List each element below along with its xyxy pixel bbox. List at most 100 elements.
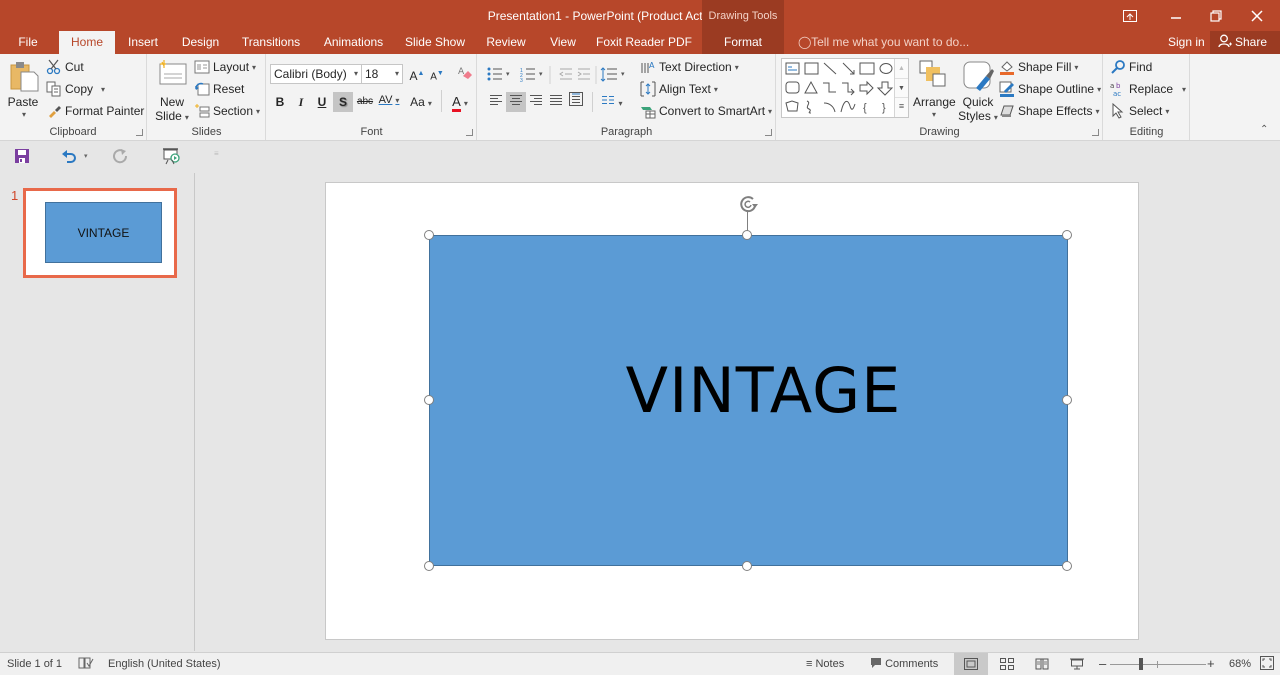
resize-handle-right[interactable] bbox=[1062, 395, 1072, 405]
zoom-in-button[interactable]: + bbox=[1207, 653, 1215, 675]
notes-button[interactable]: ≡ Notes bbox=[806, 653, 844, 675]
tab-foxit-reader-pdf[interactable]: Foxit Reader PDF bbox=[592, 31, 696, 54]
shape-fill-button[interactable]: Shape Fill ▾ bbox=[999, 57, 1078, 77]
align-center-button[interactable] bbox=[506, 92, 526, 112]
save-button[interactable] bbox=[13, 147, 33, 167]
start-slideshow-button[interactable] bbox=[162, 147, 182, 167]
align-right-button[interactable] bbox=[526, 92, 546, 112]
tab-home[interactable]: Home bbox=[59, 31, 115, 54]
bold-button[interactable]: B bbox=[270, 92, 290, 112]
align-left-button[interactable] bbox=[486, 92, 506, 112]
grow-font-button[interactable]: A▲ bbox=[407, 64, 427, 84]
replace-button[interactable]: a b ac Replace ▾ bbox=[1110, 79, 1186, 99]
sign-in-link[interactable]: Sign in bbox=[1168, 31, 1205, 53]
zoom-out-button[interactable]: – bbox=[1099, 653, 1106, 675]
tab-animations[interactable]: Animations bbox=[316, 31, 391, 54]
rotate-handle-icon[interactable] bbox=[738, 193, 760, 215]
clear-formatting-button[interactable]: A bbox=[455, 64, 475, 84]
zoom-slider-thumb[interactable] bbox=[1138, 658, 1143, 670]
slide-canvas[interactable]: VINTAGE bbox=[325, 182, 1139, 640]
tab-slide-show[interactable]: Slide Show bbox=[400, 31, 470, 54]
justify-button[interactable] bbox=[546, 92, 566, 112]
distributed-button[interactable] bbox=[566, 92, 586, 112]
gallery-scroll-up-icon[interactable]: ▲ bbox=[895, 59, 908, 78]
language-indicator[interactable]: English (United States) bbox=[108, 653, 221, 675]
shape-text[interactable]: VINTAGE bbox=[430, 354, 1067, 427]
tab-design[interactable]: Design bbox=[173, 31, 228, 54]
cut-button[interactable]: Cut bbox=[46, 57, 84, 77]
change-case-button[interactable]: Aa ▾ bbox=[407, 92, 435, 112]
font-size-combo[interactable]: 18 ▾ bbox=[361, 64, 403, 84]
slide-thumbnail[interactable]: VINTAGE bbox=[23, 188, 177, 278]
resize-handle-top-right[interactable] bbox=[1062, 230, 1072, 240]
close-button[interactable] bbox=[1234, 0, 1280, 31]
underline-button[interactable]: U bbox=[312, 92, 332, 112]
layout-button[interactable]: Layout ▾ bbox=[194, 57, 256, 77]
arrange-button[interactable]: Arrange ▾ bbox=[913, 58, 956, 122]
slide-sorter-view-button[interactable] bbox=[990, 653, 1024, 675]
customize-qat-icon[interactable]: ≡ bbox=[214, 149, 219, 158]
gallery-more-icon[interactable]: ≡ bbox=[895, 97, 908, 116]
italic-button[interactable]: I bbox=[291, 92, 311, 112]
text-shadow-button[interactable]: S bbox=[333, 92, 353, 112]
reading-view-button[interactable] bbox=[1025, 653, 1059, 675]
redo-button[interactable] bbox=[111, 147, 131, 167]
undo-button[interactable]: ▾ bbox=[60, 147, 94, 167]
quick-styles-button[interactable]: Quick Styles ▾ bbox=[957, 58, 999, 123]
tab-format[interactable]: Format bbox=[702, 31, 784, 54]
tab-file[interactable]: File bbox=[8, 31, 48, 54]
resize-handle-bottom-right[interactable] bbox=[1062, 561, 1072, 571]
resize-handle-left[interactable] bbox=[424, 395, 434, 405]
resize-handle-top[interactable] bbox=[742, 230, 752, 240]
drawing-dialog-launcher[interactable] bbox=[1092, 129, 1099, 136]
slide-show-view-button[interactable] bbox=[1060, 653, 1094, 675]
columns-button[interactable]: ▾ bbox=[598, 92, 626, 112]
copy-dropdown-caret[interactable]: ▾ bbox=[101, 85, 105, 94]
format-painter-button[interactable]: Format Painter bbox=[46, 101, 144, 121]
resize-handle-top-left[interactable] bbox=[424, 230, 434, 240]
zoom-slider-track[interactable] bbox=[1110, 664, 1206, 665]
reset-button[interactable]: Reset bbox=[194, 79, 244, 99]
shrink-font-button[interactable]: A▼ bbox=[427, 64, 447, 84]
gallery-scroll[interactable]: ▲ ▼ ≡ bbox=[894, 59, 908, 117]
section-button[interactable]: Section ▾ bbox=[194, 101, 260, 121]
tab-view[interactable]: View bbox=[543, 31, 583, 54]
strikethrough-button[interactable]: abc bbox=[355, 92, 375, 112]
align-text-button[interactable]: Align Text ▾ bbox=[640, 79, 718, 99]
ribbon-display-options-button[interactable] bbox=[1107, 0, 1153, 31]
find-button[interactable]: Find bbox=[1110, 57, 1152, 77]
paste-button[interactable]: Paste ▾ bbox=[4, 58, 42, 122]
resize-handle-bottom-left[interactable] bbox=[424, 561, 434, 571]
zoom-level[interactable]: 68% bbox=[1229, 653, 1251, 675]
select-button[interactable]: Select ▾ bbox=[1110, 101, 1169, 121]
convert-smartart-button[interactable]: Convert to SmartArt ▾ bbox=[640, 101, 772, 121]
fit-slide-button[interactable] bbox=[1260, 653, 1274, 675]
resize-handle-bottom[interactable] bbox=[742, 561, 752, 571]
text-direction-button[interactable]: A Text Direction ▾ bbox=[640, 57, 739, 77]
shapes-gallery[interactable]: { } ▲ ▼ ≡ bbox=[781, 58, 909, 118]
clipboard-dialog-launcher[interactable] bbox=[136, 129, 143, 136]
comments-button[interactable]: Comments bbox=[870, 653, 938, 675]
font-dialog-launcher[interactable] bbox=[466, 129, 473, 136]
character-spacing-button[interactable]: AV ▾ bbox=[375, 90, 403, 110]
shape-effects-button[interactable]: Shape Effects ▾ bbox=[999, 101, 1100, 121]
slideshow-from-beginning-icon bbox=[163, 148, 180, 165]
tab-insert[interactable]: Insert bbox=[120, 31, 166, 54]
copy-button[interactable]: Copy ▾ bbox=[46, 79, 105, 99]
tab-review[interactable]: Review bbox=[480, 31, 532, 54]
tab-transitions[interactable]: Transitions bbox=[236, 31, 306, 54]
font-name-combo[interactable]: Calibri (Body) ▾ bbox=[270, 64, 362, 84]
spell-check-button[interactable] bbox=[78, 653, 94, 675]
thumbnail-shape: VINTAGE bbox=[45, 202, 162, 263]
normal-view-button[interactable] bbox=[954, 653, 988, 675]
tell-me-search[interactable]: ◯ Tell me what you want to do... bbox=[798, 31, 969, 54]
shape-outline-button[interactable]: Shape Outline ▾ bbox=[999, 79, 1101, 99]
paragraph-dialog-launcher[interactable] bbox=[765, 129, 772, 136]
share-button[interactable]: Share bbox=[1210, 31, 1280, 54]
new-slide-button[interactable]: New Slide ▾ bbox=[152, 58, 192, 123]
collapse-ribbon-icon[interactable]: ⌃ bbox=[1260, 124, 1268, 135]
font-color-button[interactable]: A ▾ bbox=[447, 92, 473, 112]
restore-button[interactable] bbox=[1193, 0, 1239, 31]
selected-rectangle-shape[interactable]: VINTAGE bbox=[429, 235, 1068, 566]
gallery-scroll-down-icon[interactable]: ▼ bbox=[895, 78, 908, 97]
